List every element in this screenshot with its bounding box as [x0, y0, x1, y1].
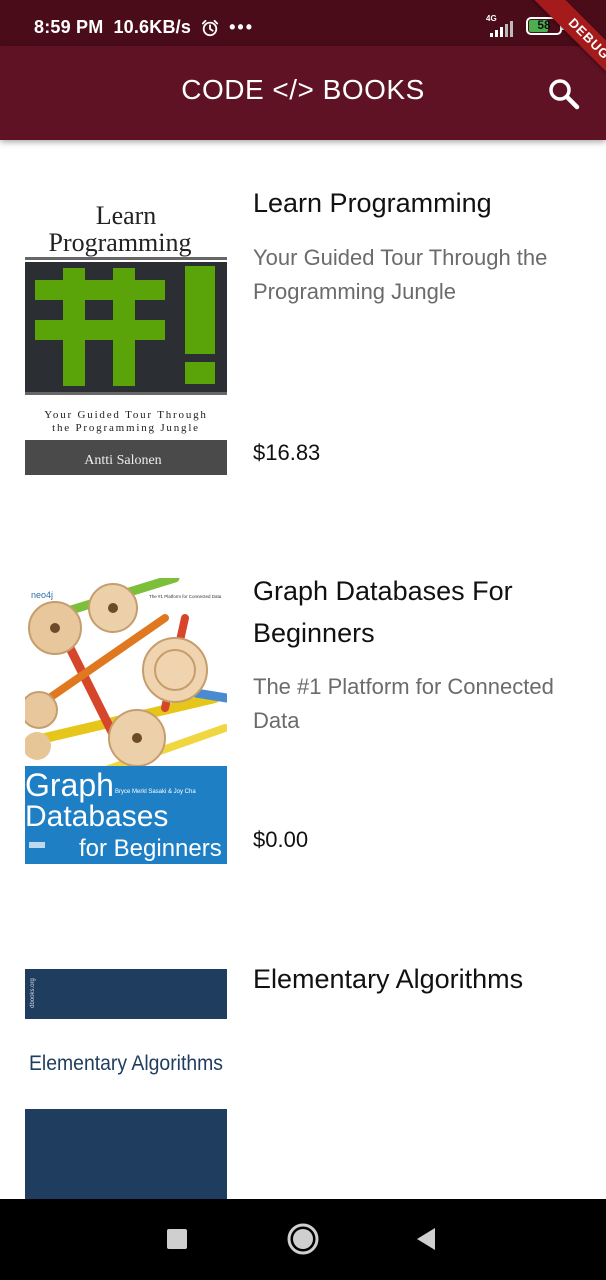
system-nav-bar: [0, 1199, 606, 1280]
cover-title: Elementary Algorithms: [29, 1052, 223, 1075]
cover-spine: dbooks.org: [30, 978, 36, 1008]
home-circle-icon: [287, 1223, 319, 1255]
status-time: 8:59 PM: [34, 17, 104, 37]
cover-title-line2: Programming: [49, 228, 192, 257]
cover-authors: Bryce Merkl Sasaki & Joy Cha: [115, 789, 196, 795]
network-type-label: 4G: [486, 14, 497, 23]
cover-art-graph-databases: neo4j The #1 Platform for Connected Data…: [25, 578, 227, 864]
book-price: $16.83: [253, 440, 321, 465]
book-title: Learn Programming: [253, 188, 492, 218]
cover-tagline-line2: the Programming Jungle: [52, 422, 200, 434]
cover-line2: Databases: [25, 800, 168, 833]
status-right: 4G 58: [484, 14, 565, 38]
cover-tag: The #1 Platform for Connected Data: [149, 594, 222, 599]
battery-tip: [562, 23, 565, 30]
book-item-learn-programming[interactable]: Learn Programming Your Guided Tour Throu…: [0, 140, 606, 520]
cover-author: Antti Salonen: [84, 453, 161, 468]
search-icon: [549, 79, 580, 110]
cover-art-elementary-algorithms: dbooks.org Elementary Algorithms: [25, 969, 227, 1199]
cover-line1: Graph: [25, 767, 114, 803]
back-triangle-icon: [417, 1228, 435, 1250]
book-cover-graph-databases[interactable]: neo4j The #1 Platform for Connected Data…: [25, 578, 227, 864]
back-button[interactable]: [405, 1219, 445, 1259]
network-speed: 10.6KB/s: [113, 17, 192, 37]
battery-icon: 58: [526, 17, 565, 35]
cover-art-learn-programming: Learn Programming Your Guided Tour Throu…: [25, 190, 227, 475]
search-button[interactable]: [544, 74, 584, 114]
cover-title-line1: Learn: [96, 201, 157, 230]
cover-tagline-line1: Your Guided Tour Through: [44, 409, 207, 421]
cover-line3: for Beginners: [79, 835, 222, 862]
home-button[interactable]: [283, 1219, 323, 1259]
book-subtitle: Your Guided Tour Through the Programming…: [253, 245, 548, 304]
book-item-elementary-algorithms[interactable]: dbooks.org Elementary Algorithms Element…: [0, 916, 606, 1199]
status-left: 8:59 PM 10.6KB/s •••: [34, 17, 254, 38]
battery-percent: 58: [537, 18, 551, 32]
app-bar: CODE </> BOOKS: [0, 46, 606, 140]
alarm-icon: [201, 19, 219, 36]
app-title: CODE </> BOOKS: [181, 74, 425, 105]
recents-square-icon: [167, 1229, 187, 1249]
book-item-graph-databases[interactable]: neo4j The #1 Platform for Connected Data…: [0, 528, 606, 908]
recents-button[interactable]: [157, 1219, 197, 1259]
cover-brand: neo4j: [31, 590, 53, 600]
book-title: Elementary Algorithms: [253, 964, 524, 994]
book-subtitle: The #1 Platform for Connected Data: [253, 674, 554, 733]
book-list[interactable]: Learn Programming Your Guided Tour Throu…: [0, 140, 606, 1199]
status-bar: 8:59 PM 10.6KB/s ••• 4G 58: [0, 0, 606, 46]
signal-icon: 4G: [484, 14, 518, 38]
book-price: $0.00: [253, 827, 309, 852]
more-notifications-icon: •••: [229, 17, 254, 37]
book-cover-learn-programming[interactable]: Learn Programming Your Guided Tour Throu…: [25, 190, 227, 475]
book-cover-elementary-algorithms[interactable]: dbooks.org Elementary Algorithms: [25, 969, 227, 1199]
book-title: Graph Databases For Beginners: [253, 576, 513, 648]
